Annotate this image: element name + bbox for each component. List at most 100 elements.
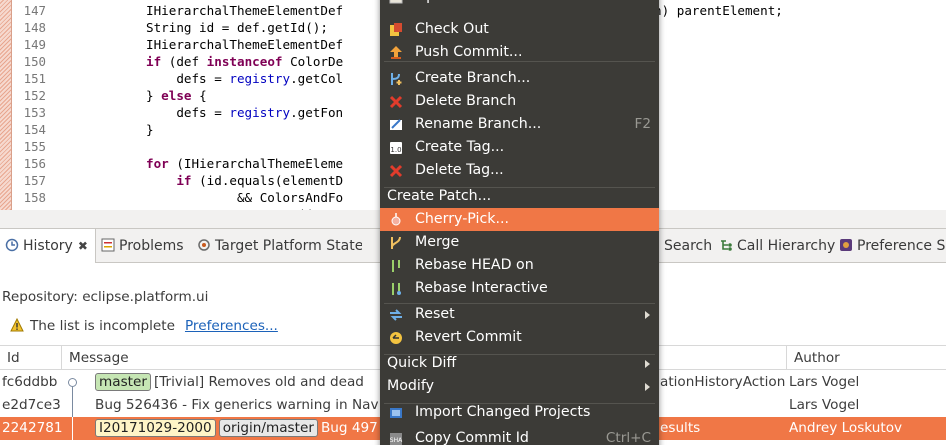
- rebase-interactive-icon: [388, 281, 404, 297]
- code-line: if (def instanceof ColorDe: [55, 53, 343, 70]
- tag-ref-badge: I20171029-2000: [95, 419, 216, 437]
- menu-item-label: Revert Commit: [415, 329, 522, 345]
- copy-id-icon: SHA: [388, 431, 404, 445]
- menu-item-copy-commit-id[interactable]: SHA Copy Commit Id Ctrl+C: [380, 427, 659, 445]
- code-token: for: [146, 156, 169, 171]
- menu-item-label: Rebase Interactive: [415, 280, 548, 296]
- line-number: 155: [23, 139, 46, 154]
- menu-item-create-branch[interactable]: Create Branch...: [380, 67, 659, 90]
- commit-message-tail: esults: [660, 420, 701, 436]
- menu-item-label: Delete Tag...: [415, 162, 504, 178]
- create-branch-icon: [388, 71, 404, 87]
- menu-item-label: Push Commit...: [415, 44, 523, 60]
- commit-message-text: Bug 526436 - Fix generics warning in Nav: [95, 397, 379, 413]
- tab-history[interactable]: History ✖: [0, 229, 96, 263]
- tab-target-platform-state[interactable]: Target Platform State: [197, 229, 362, 263]
- menu-item-import-changed-projects[interactable]: Import Changed Projects: [380, 401, 659, 424]
- menu-item-check-out[interactable]: Check Out: [380, 18, 659, 41]
- submenu-arrow-icon: [645, 383, 650, 391]
- line-number-ruler: 147 148 149 150 151 152 153 154 155 156 157 158: [14, 0, 46, 210]
- line-number: 152: [23, 88, 46, 103]
- code-token: {: [191, 88, 207, 103]
- line-number: 151: [23, 71, 46, 86]
- menu-item-delete-tag[interactable]: Delete Tag...: [380, 159, 659, 182]
- tab-search[interactable]: Search: [664, 229, 712, 263]
- tab-problems[interactable]: Problems: [101, 229, 184, 263]
- tab-label: Problems: [119, 238, 184, 254]
- context-menu: Open in Commit Viewer Check Out Push Commi…: [380, 0, 659, 445]
- menu-item-create-patch[interactable]: Create Patch...: [380, 185, 659, 208]
- column-id[interactable]: Id: [0, 346, 62, 370]
- menu-item-merge[interactable]: Merge: [380, 231, 659, 254]
- preference-spy-icon: [840, 239, 852, 251]
- rename-branch-icon: [388, 117, 404, 133]
- graph-line: [72, 387, 73, 394]
- line-number: 148: [23, 20, 46, 35]
- code-line: defs = registry.getCol: [55, 70, 343, 87]
- menu-item-cherry-pick[interactable]: Cherry-Pick...: [380, 208, 659, 231]
- commit-author: Lars Vogel: [789, 374, 860, 390]
- menu-item-open-in-commit-viewer[interactable]: Open in Commit Viewer: [380, 0, 659, 8]
- code-token: if: [146, 54, 162, 69]
- menu-item-label: Rebase HEAD on: [415, 257, 534, 273]
- menu-item-rebase-interactive[interactable]: Rebase Interactive: [380, 277, 659, 300]
- push-icon: [388, 45, 404, 61]
- line-number: 150: [23, 54, 46, 69]
- graph-line: [72, 417, 73, 440]
- menu-item-revert-commit[interactable]: Revert Commit: [380, 326, 659, 349]
- menu-item-delete-branch[interactable]: Delete Branch: [380, 90, 659, 113]
- commit-id: 2242781: [2, 420, 62, 436]
- code-token: .getCol: [290, 71, 344, 86]
- code-token: String id = def.getId();: [55, 20, 328, 35]
- submenu-arrow-icon: [645, 311, 650, 319]
- tab-call-hierarchy[interactable]: Call Hierarchy: [719, 229, 835, 263]
- target-platform-icon: [198, 239, 210, 251]
- menu-item-label: Import Changed Projects: [415, 404, 591, 420]
- call-hierarchy-icon: [721, 240, 732, 251]
- commit-viewer-icon: [388, 0, 404, 5]
- submenu-arrow-icon: [645, 360, 650, 368]
- create-tag-icon: 1.0: [388, 140, 404, 156]
- code-line: if (id.equals(elementD: [55, 172, 343, 189]
- code-token: .getFon: [290, 105, 344, 120]
- menu-item-reset[interactable]: Reset: [380, 303, 659, 326]
- menu-item-rename-branch[interactable]: Rename Branch... F2: [380, 113, 659, 136]
- commit-message-tail: ationHistoryAction: [660, 374, 785, 390]
- commit-message-text: [Trivial] Removes old and dead: [153, 374, 364, 390]
- menu-item-rebase-head-on[interactable]: Rebase HEAD on: [380, 254, 659, 277]
- history-icon: [5, 238, 19, 252]
- graph-line: [72, 394, 73, 417]
- menu-item-create-tag[interactable]: 1.0 Create Tag...: [380, 136, 659, 159]
- menu-item-label: Modify: [387, 378, 435, 394]
- line-number: 147: [23, 3, 46, 18]
- tab-label: Preference S: [857, 238, 946, 254]
- checkout-icon: [388, 22, 404, 38]
- commit-author: Andrey Loskutov: [789, 420, 903, 436]
- column-author[interactable]: Author: [787, 346, 946, 370]
- code-line: defs = registry.getFon: [55, 104, 343, 121]
- import-projects-icon: [388, 405, 404, 421]
- commit-id: e2d7ce3: [2, 397, 61, 413]
- code-token: defs =: [55, 71, 230, 86]
- code-token: instanceof: [206, 54, 283, 69]
- code-token: else: [161, 88, 192, 103]
- menu-item-quick-diff[interactable]: Quick Diff: [380, 352, 659, 375]
- menu-item-push-commit[interactable]: Push Commit...: [380, 41, 659, 64]
- code-token: IHierarchalThemeElementDef: [55, 3, 344, 18]
- menu-item-label: Delete Branch: [415, 93, 517, 109]
- menu-item-accelerator: Ctrl+C: [605, 430, 651, 445]
- menu-item-label: Merge: [415, 234, 460, 250]
- tab-preference-spy[interactable]: Preference S: [839, 229, 946, 263]
- menu-item-label: Copy Commit Id: [415, 430, 529, 445]
- code-token: ColorDe: [282, 54, 344, 69]
- menu-item-modify[interactable]: Modify: [380, 375, 659, 398]
- menu-item-label: Create Patch...: [387, 188, 492, 204]
- line-number: 153: [23, 105, 46, 120]
- code-token: && ColorsAndFo: [55, 190, 344, 205]
- close-icon[interactable]: ✖: [78, 229, 88, 263]
- revert-icon: [388, 330, 404, 346]
- line-number: 158: [23, 190, 46, 205]
- preferences-link[interactable]: Preferences...: [185, 318, 278, 334]
